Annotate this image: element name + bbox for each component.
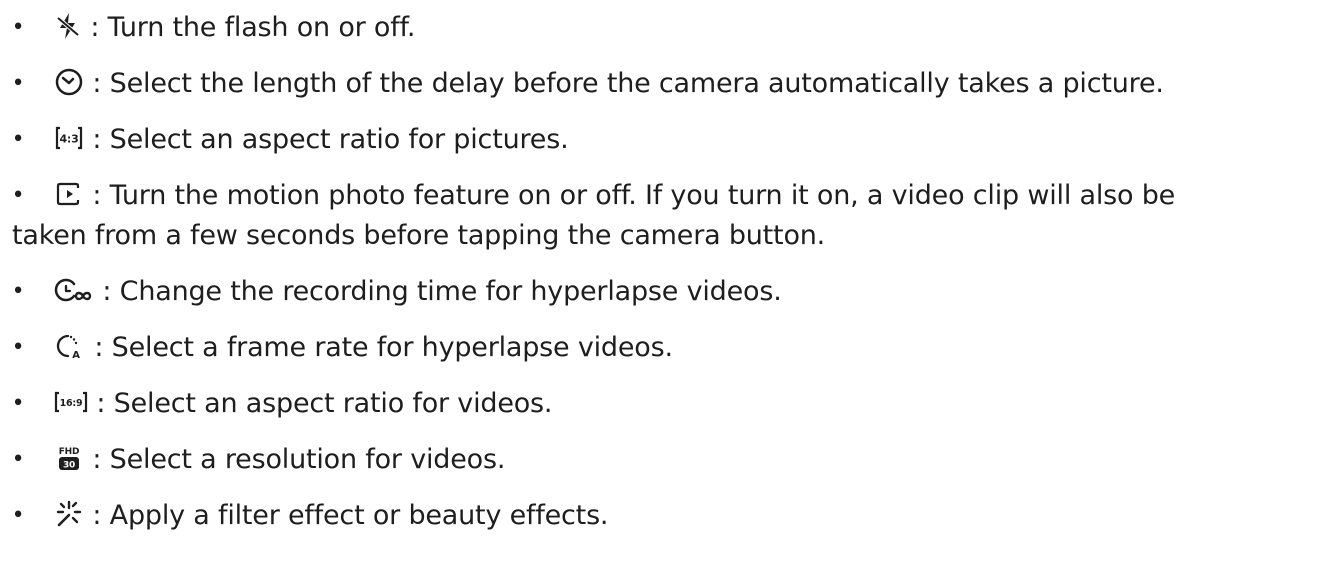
list-item: • : Apply a filter effect or beauty effe… [0, 496, 1304, 536]
separator: : [88, 388, 114, 419]
bullet: • [11, 503, 25, 528]
item-text: Select the length of the delay before th… [109, 68, 1164, 99]
frame-rate-auto-icon: A [54, 331, 86, 361]
aspect-ratio-4-3-icon: 4:3 [54, 123, 84, 153]
resolution-fhd-30-icon: FHD 30 [54, 443, 84, 473]
separator: : [84, 180, 110, 211]
bullet: • [11, 183, 25, 208]
list-item: • : Select the length of the delay befor… [0, 64, 1304, 104]
item-text: Change the recording time for hyperlapse… [119, 276, 782, 307]
list-item: • : Change the recording time for hyperl… [0, 272, 1304, 312]
bullet: • [11, 15, 25, 40]
item-text: Select a resolution for videos. [109, 444, 506, 475]
list-item: • 4:3 : Select an aspect ratio for pictu… [0, 120, 1304, 160]
bullet: • [11, 335, 25, 360]
separator: : [94, 276, 120, 307]
bullet: • [11, 391, 25, 416]
item-text: Select an aspect ratio for videos. [113, 388, 553, 419]
list-item: • 16:9 : Select an aspect ratio for vide… [0, 384, 1304, 424]
icon-label: 16:9 [60, 398, 83, 409]
icon-label: A [72, 350, 80, 361]
list-item: • : Turn the motion photo feature on or … [0, 176, 1304, 256]
separator: : [86, 332, 112, 363]
list-item: • : Turn the flash on or off. [0, 8, 1304, 48]
item-text: Select a frame rate for hyperlapse video… [111, 332, 673, 363]
icon-label-top: FHD [59, 447, 80, 457]
bullet: • [11, 71, 25, 96]
camera-settings-list: • : Turn the flash on or off. • : Select… [0, 8, 1304, 536]
list-item: • FHD 30 : Select a resolution for video… [0, 440, 1304, 480]
separator: : [84, 68, 110, 99]
item-text: Turn the flash on or off. [107, 12, 416, 43]
document-page: • : Turn the flash on or off. • : Select… [0, 0, 1324, 569]
bullet: • [11, 279, 25, 304]
separator: : [84, 444, 110, 475]
aspect-ratio-16-9-icon: 16:9 [54, 387, 88, 417]
separator: : [82, 12, 108, 43]
item-text: Turn the motion photo feature on or off.… [109, 180, 1176, 211]
separator: : [84, 500, 110, 531]
flash-off-icon [54, 11, 82, 41]
list-item: • A : Select a frame rate for hyperlapse… [0, 328, 1304, 368]
separator: : [84, 124, 110, 155]
bullet: • [11, 127, 25, 152]
motion-photo-icon [54, 179, 84, 209]
item-text-continued: taken from a few seconds before tapping … [12, 220, 826, 251]
filter-effects-icon [54, 499, 84, 529]
item-text: Apply a filter effect or beauty effects. [109, 500, 609, 531]
icon-label: 4:3 [59, 132, 78, 145]
icon-label-bottom: 30 [63, 460, 75, 470]
bullet: • [11, 447, 25, 472]
item-text: Select an aspect ratio for pictures. [109, 124, 569, 155]
hyperlapse-time-icon [54, 275, 94, 305]
timer-icon [54, 67, 84, 97]
